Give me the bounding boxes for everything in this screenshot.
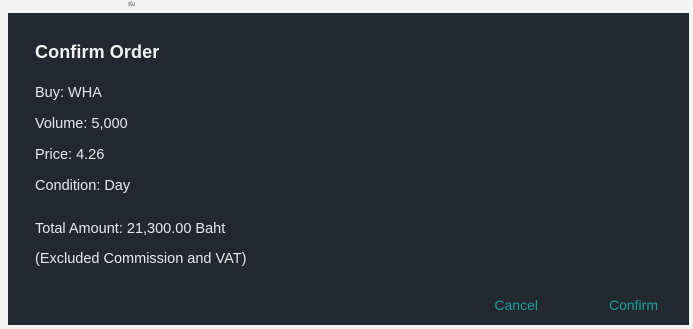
top-status-glyph: ฒ [128,0,136,8]
dialog-actions: Cancel Confirm [429,285,689,325]
confirm-order-dialog: Confirm Order Buy: WHA Volume: 5,000 Pri… [8,13,689,325]
total-amount-detail: Total Amount: 21,300.00 Baht [35,221,226,237]
dialog-title: Confirm Order [35,42,160,62]
commission-vat-note: (Excluded Commission and VAT) [35,251,247,267]
confirm-button[interactable]: Confirm [609,293,658,317]
cancel-button[interactable]: Cancel [494,293,538,317]
buy-detail: Buy: WHA [35,85,102,101]
volume-detail: Volume: 5,000 [35,116,128,132]
price-detail: Price: 4.26 [35,147,105,163]
order-confirmation-page: ฒ Confirm Order Buy: WHA Volume: 5,000 P… [0,0,693,329]
condition-detail: Condition: Day [35,178,131,194]
